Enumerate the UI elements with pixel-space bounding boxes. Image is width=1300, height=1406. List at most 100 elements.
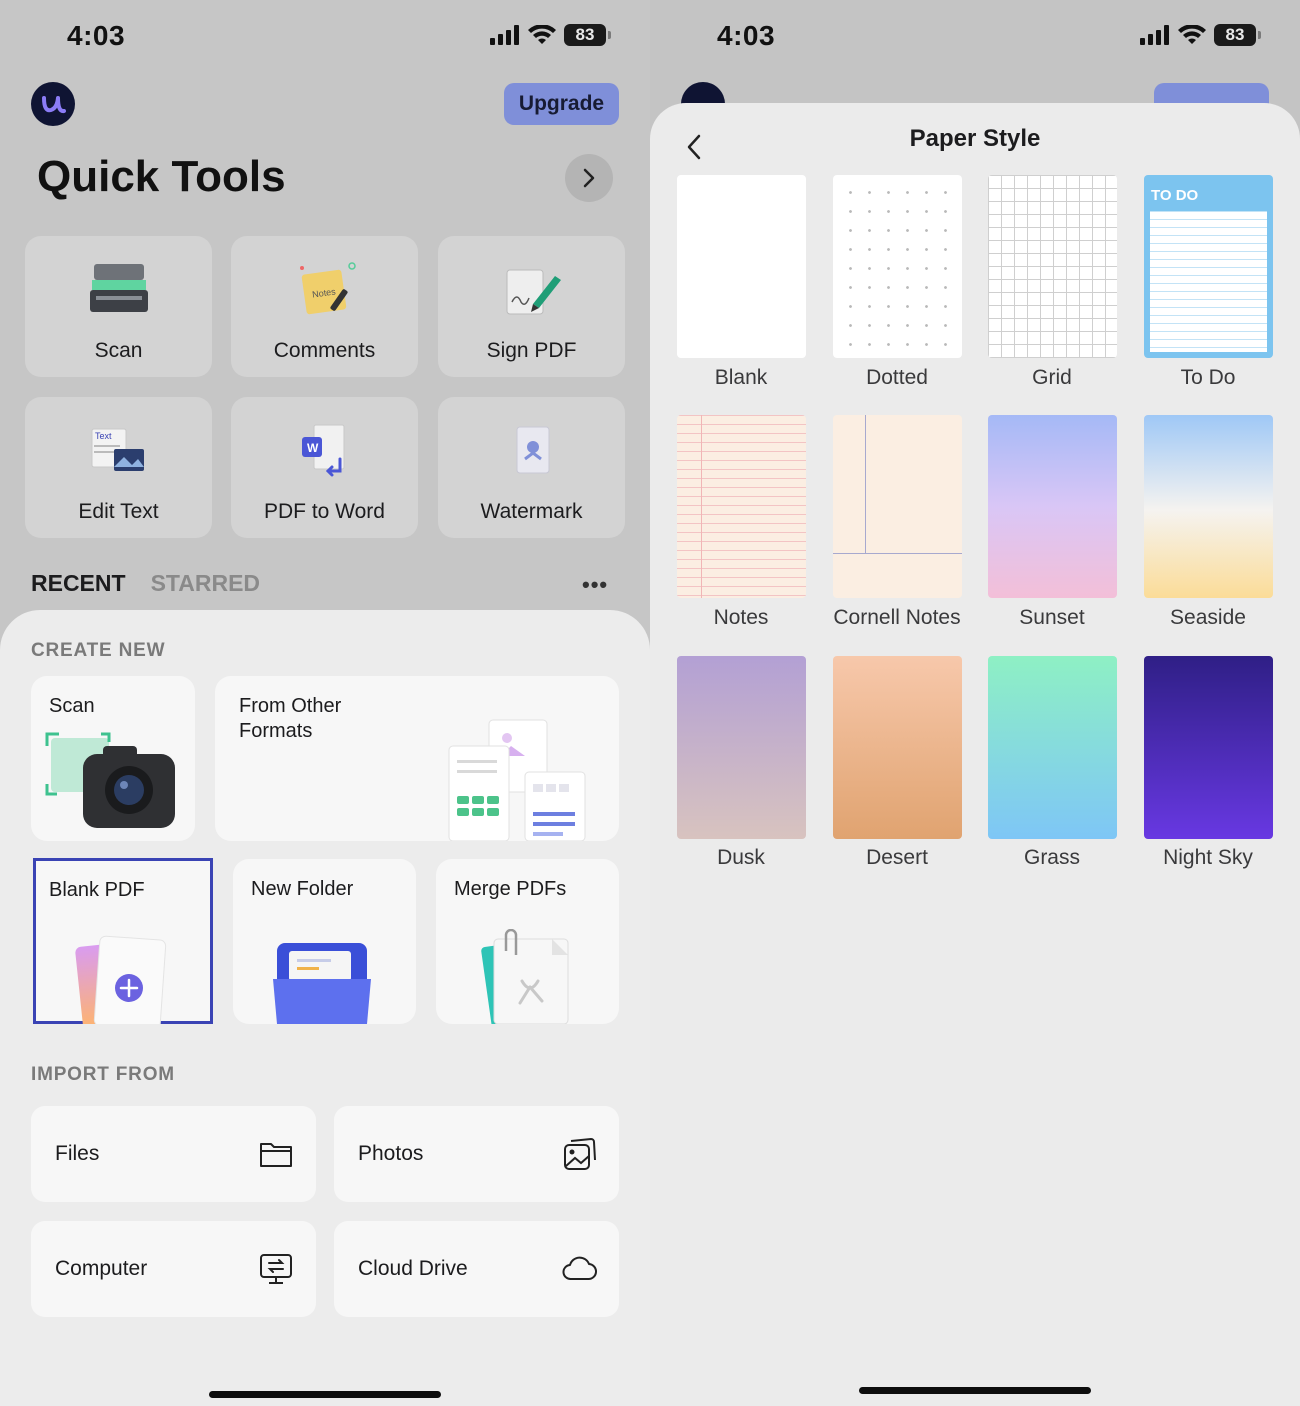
cloud-icon: [562, 1256, 597, 1280]
paper-todo[interactable]: TO DO: [1144, 175, 1273, 358]
more-options-icon[interactable]: •••: [582, 572, 608, 598]
tab-starred[interactable]: STARRED: [151, 570, 260, 597]
cellular-signal-icon: [1140, 25, 1169, 45]
import-from-label: IMPORT FROM: [31, 1064, 175, 1085]
merge-pdfs-icon: [481, 929, 569, 1024]
cornell-cue-line: [865, 415, 866, 553]
paper-label: Sunset: [1019, 606, 1085, 629]
edit-text-sticker-text: Text: [95, 431, 112, 441]
tool-scan[interactable]: Scan: [25, 236, 212, 377]
create-from-other-formats-card[interactable]: From Other Formats: [215, 676, 619, 841]
paper-label: Dotted: [866, 366, 928, 389]
create-merge-pdfs-card[interactable]: Merge PDFs: [436, 859, 619, 1024]
notes-comment-icon: Notes: [299, 262, 356, 315]
tool-label: Sign PDF: [486, 339, 577, 362]
blank-pdf-plus-icon: [75, 935, 167, 1024]
paper-dotted[interactable]: [833, 175, 962, 358]
edit-text-icon: Text: [91, 428, 144, 471]
photos-icon: [564, 1137, 596, 1170]
computer-transfer-icon: [260, 1254, 292, 1284]
paper-grass[interactable]: [988, 656, 1117, 839]
blank-pdf-label: Blank PDF: [49, 879, 145, 901]
paper-cornell-notes[interactable]: [833, 415, 962, 598]
tool-pdf-to-word[interactable]: W PDF to Word: [231, 397, 418, 538]
home-indicator: [209, 1391, 441, 1398]
status-icons: 83: [1140, 24, 1261, 46]
from-other-formats-label: From Other Formats: [239, 695, 342, 742]
tool-label: Watermark: [480, 500, 583, 523]
wifi-icon: [528, 25, 556, 44]
tool-watermark[interactable]: Watermark: [438, 397, 625, 538]
import-files-card[interactable]: Files: [31, 1106, 316, 1202]
paper-desert[interactable]: [833, 656, 962, 839]
todo-header-text: TO DO: [1151, 187, 1199, 204]
import-cloud-drive-card[interactable]: Cloud Drive: [334, 1221, 619, 1317]
cornell-summary-line: [833, 553, 962, 554]
word-convert-icon: W: [301, 424, 344, 477]
quick-tools-title: Quick Tools: [37, 152, 286, 201]
paper-label: Cornell Notes: [833, 606, 961, 629]
watermark-icon: [516, 426, 549, 474]
new-folder-label: New Folder: [251, 878, 354, 900]
paper-night-sky[interactable]: [1144, 656, 1273, 839]
tool-sign-pdf[interactable]: Sign PDF: [438, 236, 625, 377]
import-files-label: Files: [55, 1142, 100, 1165]
paper-label: Grass: [1023, 846, 1080, 869]
create-scan-label: Scan: [49, 695, 95, 717]
paper-dusk[interactable]: [677, 656, 806, 839]
paper-style-title: Paper Style: [909, 125, 1041, 152]
tool-edit-text[interactable]: Text Edit Text: [25, 397, 212, 538]
quick-tools-more-button[interactable]: [565, 154, 613, 202]
paper-blank[interactable]: [677, 175, 806, 358]
tool-label: PDF to Word: [264, 500, 385, 523]
signature-pen-icon: [506, 269, 561, 315]
paper-label: Notes: [713, 606, 769, 629]
folder-icon: [260, 1143, 292, 1167]
tool-label: Scan: [94, 339, 143, 362]
create-scan-card[interactable]: Scan: [31, 676, 195, 841]
chevron-right-icon: [583, 168, 595, 188]
import-photos-card[interactable]: Photos: [334, 1106, 619, 1202]
paper-seaside[interactable]: [1144, 415, 1273, 598]
logo-icon: [42, 96, 66, 114]
folder-illustration-icon: [273, 943, 371, 1024]
status-icons: 83: [490, 24, 611, 46]
app-logo[interactable]: [31, 82, 75, 126]
paper-label: Night Sky: [1163, 846, 1253, 869]
merge-pdfs-label: Merge PDFs: [454, 878, 567, 900]
wifi-icon: [1178, 25, 1206, 44]
tab-recent[interactable]: RECENT: [31, 570, 126, 597]
create-new-folder-card[interactable]: New Folder: [233, 859, 416, 1024]
scanner-icon: [89, 264, 148, 312]
formats-illustration-icon: [448, 719, 586, 841]
recent-starred-tabs: RECENT STARRED: [31, 570, 260, 597]
tool-comments[interactable]: Notes Comments: [231, 236, 418, 377]
status-time: 4:03: [67, 20, 126, 51]
camera-icon: [45, 732, 175, 828]
battery-indicator: 83: [564, 24, 611, 46]
paper-label: Seaside: [1170, 606, 1246, 629]
upgrade-button[interactable]: Upgrade: [504, 83, 619, 125]
todo-lines: [1150, 211, 1267, 352]
create-new-label: CREATE NEW: [31, 640, 166, 661]
tool-label: Edit Text: [78, 500, 159, 523]
paper-notes[interactable]: [677, 415, 806, 598]
import-photos-label: Photos: [358, 1142, 424, 1165]
create-sheet: CREATE NEW Scan From Other Formats Blank…: [0, 610, 650, 1406]
cellular-signal-icon: [490, 25, 519, 45]
word-badge-text: W: [307, 441, 319, 455]
paper-label: Blank: [714, 366, 768, 389]
create-blank-pdf-card[interactable]: Blank PDF: [33, 858, 213, 1024]
import-computer-label: Computer: [55, 1257, 148, 1280]
import-computer-card[interactable]: Computer: [31, 1221, 316, 1317]
status-time: 4:03: [717, 20, 776, 51]
home-indicator: [859, 1387, 1091, 1394]
paper-label: Dusk: [717, 846, 765, 869]
paper-label: To Do: [1180, 366, 1236, 389]
tool-label: Comments: [273, 339, 376, 362]
import-cloud-drive-label: Cloud Drive: [358, 1257, 468, 1280]
paper-label: Desert: [866, 846, 928, 869]
paper-style-screen: 4:03 83 Paper Style Blank Dotted Grid TO…: [650, 0, 1300, 1406]
paper-grid[interactable]: [988, 175, 1117, 358]
paper-sunset[interactable]: [988, 415, 1117, 598]
